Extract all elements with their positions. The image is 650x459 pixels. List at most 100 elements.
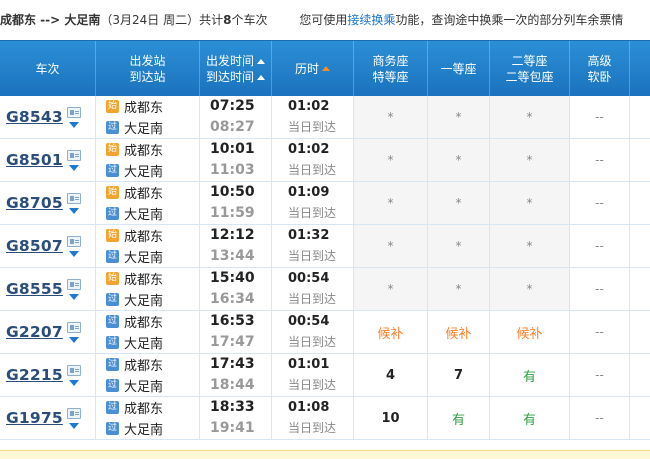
station-type-badge: 过 [106,250,119,263]
header-departure-time: 出发时间 [205,53,254,68]
stations-cell: 始 成都东 过 大足南 [96,182,200,224]
station-type-badge: 过 [106,336,119,349]
arrival-time: 11:03 [210,162,255,178]
table-row: G8543 始 成都东 过 大足南 07:25 08:27 01:02 当日到达… [0,96,650,139]
id-card-icon[interactable] [66,321,81,333]
departure-time: 15:40 [210,270,255,286]
duration-time: 01:08 [288,400,330,415]
id-card-icon[interactable] [66,278,81,290]
duration-time: 01:01 [288,357,330,372]
departure-station-name: 成都东 [124,359,164,374]
train-tools [66,192,81,214]
arrival-day-note: 当日到达 [288,292,337,306]
second-class-availability: 有 [490,397,570,439]
train-number-link[interactable]: G8555 [6,280,63,298]
chevron-down-icon[interactable] [68,422,79,429]
arrival-day-note: 当日到达 [288,163,337,177]
table-row: G8501 始 成都东 过 大足南 10:01 11:03 01:02 当日到达… [0,139,650,182]
arrival-day-note: 当日到达 [288,378,337,392]
soft-sleeper-availability: -- [570,225,630,267]
station-type-badge: 过 [106,315,119,328]
second-class-availability: 有 [490,354,570,396]
overflow-cell [630,225,650,267]
soft-sleeper-availability: -- [570,311,630,353]
train-number-link[interactable]: G2207 [6,323,63,341]
first-class-availability: 有 [428,397,490,439]
header-duration-sort[interactable]: 历时 [272,41,354,96]
header-times-sort[interactable]: 出发时间 到达时间 [200,41,272,96]
departure-station-name: 成都东 [124,187,164,202]
departure-time: 10:01 [210,141,255,157]
train-number-link[interactable]: G2215 [6,366,63,384]
stations-cell: 过 成都东 过 大足南 [96,354,200,396]
header-overflow [630,41,650,96]
times-cell: 15:40 16:34 [200,268,272,310]
chevron-down-icon[interactable] [68,207,79,214]
train-tools [66,278,81,300]
table-row: G1975 过 成都东 过 大足南 18:33 19:41 01:08 当日到达… [0,397,650,440]
transfer-link[interactable]: 接续换乘 [347,13,395,27]
train-tools [66,106,81,128]
hint-prefix: 您可使用 [299,13,348,27]
arrival-time: 19:41 [210,420,255,436]
table-row: G8555 始 成都东 过 大足南 15:40 16:34 00:54 当日到达… [0,268,650,311]
chevron-down-icon[interactable] [68,250,79,257]
departure-station-name: 成都东 [124,402,164,417]
train-number-link[interactable]: G8507 [6,237,63,255]
id-card-icon[interactable] [66,149,81,161]
station-type-badge: 始 [106,143,119,156]
arrival-time: 08:27 [210,119,255,135]
first-class-availability: * [428,182,490,224]
table-row: G8507 始 成都东 过 大足南 12:12 13:44 01:32 当日到达… [0,225,650,268]
second-class-availability[interactable]: 候补 [490,311,570,353]
table-row: G2207 过 成都东 过 大足南 16:53 17:47 00:54 当日到达… [0,311,650,354]
id-card-icon[interactable] [66,192,81,204]
arrival-station-name: 大足南 [124,208,164,223]
id-card-icon[interactable] [66,364,81,376]
business-seat-availability[interactable]: 候补 [354,311,428,353]
header-special-label: 特等座 [372,69,409,84]
id-card-icon[interactable] [66,106,81,118]
business-seat-availability: 4 [354,354,428,396]
duration-cell: 01:32 当日到达 [272,225,354,267]
second-class-availability: * [490,268,570,310]
departure-station: 过 成都东 [106,312,163,331]
departure-station-name: 成都东 [124,101,164,116]
chevron-down-icon[interactable] [68,164,79,171]
sort-up-icon [257,74,265,80]
chevron-down-icon[interactable] [68,293,79,300]
second-class-availability: * [490,96,570,138]
header-stations: 出发站 到达站 [96,41,200,96]
arrival-station: 过 大足南 [106,161,163,180]
chevron-down-icon[interactable] [68,336,79,343]
header-premium-label: 高级 [587,53,612,68]
table-row: G8705 始 成都东 过 大足南 10:50 11:59 01:09 当日到达… [0,182,650,225]
query-summary: 成都东 --> 大足南（3月24日 周二）共计8个车次 您可使用接续换乘功能，查… [0,0,650,40]
chevron-down-icon[interactable] [68,121,79,128]
header-business-label: 商务座 [372,53,409,68]
header-first-class: 一等座 [428,41,490,96]
arrival-day-note: 当日到达 [288,206,337,220]
stations-cell: 始 成都东 过 大足南 [96,225,200,267]
second-class-availability: * [490,225,570,267]
train-number-link[interactable]: G1975 [6,409,63,427]
departure-station: 始 成都东 [106,183,163,202]
arrival-station-name: 大足南 [124,423,164,438]
train-tools [66,149,81,171]
sort-up-icon [322,66,330,71]
train-number-link[interactable]: G8501 [6,151,63,169]
duration-cell: 01:08 当日到达 [272,397,354,439]
chevron-down-icon[interactable] [68,379,79,386]
first-class-availability[interactable]: 候补 [428,311,490,353]
id-card-icon[interactable] [66,407,81,419]
train-cell: G8543 [0,96,96,138]
business-seat-availability: * [354,182,428,224]
duration-cell: 01:02 当日到达 [272,96,354,138]
station-type-badge: 始 [106,229,119,242]
train-number-link[interactable]: G8543 [6,108,63,126]
first-class-availability: * [428,268,490,310]
train-number-link[interactable]: G8705 [6,194,63,212]
header-second-class: 二等座 二等包座 [490,41,570,96]
id-card-icon[interactable] [66,235,81,247]
train-cell: G8705 [0,182,96,224]
